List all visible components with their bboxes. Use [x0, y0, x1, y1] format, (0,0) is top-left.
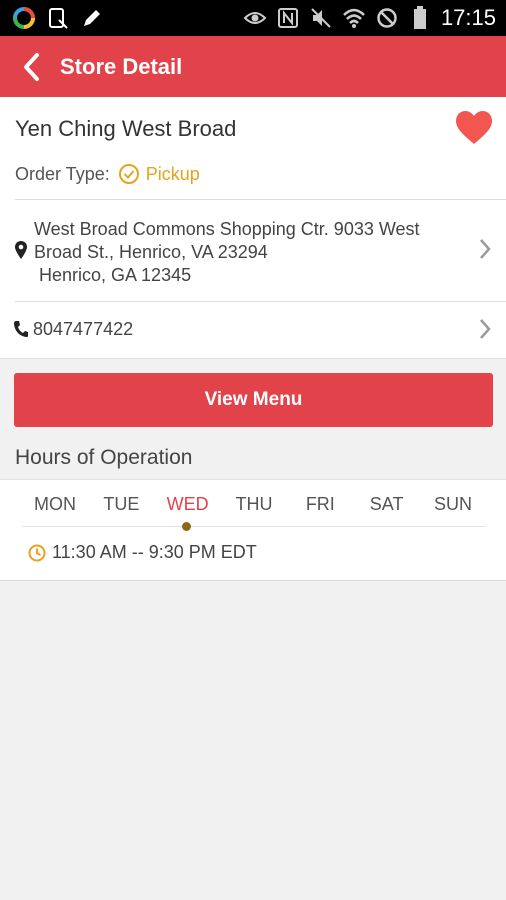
- hours-time-range: 11:30 AM -- 9:30 PM EDT: [52, 542, 257, 562]
- tab-underline: [22, 526, 486, 527]
- chevron-right-icon: [480, 319, 491, 339]
- store-info-card: Yen Ching West Broad Order Type: Pickup …: [0, 97, 506, 359]
- address-text: West Broad Commons Shopping Ctr. 9033 We…: [34, 218, 420, 287]
- store-name: Yen Ching West Broad: [15, 116, 237, 141]
- hours-time: 11:30 AM -- 9:30 PM EDT: [28, 542, 257, 563]
- tab-mon[interactable]: MON: [22, 494, 88, 518]
- pencil-icon: [80, 6, 104, 30]
- phone-icon: [14, 321, 28, 337]
- selected-day-indicator: [182, 522, 191, 531]
- mute-icon: [309, 6, 333, 30]
- status-bar: 17:15: [0, 0, 506, 36]
- day-tabs: MON TUE WED THU FRI SAT SUN: [22, 494, 486, 518]
- tab-thu[interactable]: THU: [221, 494, 287, 518]
- wifi-icon: [342, 6, 366, 30]
- hours-card: MON TUE WED THU FRI SAT SUN 11:30 AM -- …: [0, 479, 506, 581]
- order-type-pickup: Pickup: [118, 163, 200, 185]
- address-line-3: Henrico, GA 12345: [39, 265, 192, 285]
- hours-title: Hours of Operation: [15, 446, 193, 469]
- view-menu-button[interactable]: View Menu: [14, 373, 493, 427]
- address-row[interactable]: West Broad Commons Shopping Ctr. 9033 We…: [0, 200, 506, 300]
- eye-icon: [243, 6, 267, 30]
- no-disturb-icon: [375, 6, 399, 30]
- chevron-right-icon: [480, 239, 491, 259]
- app-icon: [12, 6, 36, 30]
- clock-icon: [28, 544, 46, 561]
- tab-sun[interactable]: SUN: [420, 494, 486, 518]
- phone-row[interactable]: 8047477422: [0, 302, 506, 357]
- tablet-icon: [46, 6, 70, 30]
- order-type-label: Order Type:: [15, 163, 110, 184]
- chevron-left-icon: [24, 53, 39, 81]
- tab-fri[interactable]: FRI: [287, 494, 353, 518]
- phone-number: 8047477422: [33, 319, 134, 339]
- battery-icon: [408, 6, 432, 30]
- check-circle-icon: [118, 164, 139, 184]
- tab-wed[interactable]: WED: [155, 494, 221, 518]
- back-button[interactable]: [14, 50, 48, 84]
- page-title: Store Detail: [60, 54, 183, 79]
- address-line-2: Broad St., Henrico, VA 23294: [34, 242, 268, 262]
- order-type: Order Type: Pickup: [15, 163, 200, 185]
- app-bar: Store Detail: [0, 36, 506, 97]
- address-line-1: West Broad Commons Shopping Ctr. 9033 We…: [34, 219, 420, 239]
- nfc-icon: [276, 6, 300, 30]
- clock-time: 17:15: [440, 5, 496, 30]
- favorite-heart-icon[interactable]: [454, 110, 494, 146]
- order-type-value: Pickup: [145, 163, 200, 184]
- location-pin-icon: [15, 241, 27, 259]
- tab-tue[interactable]: TUE: [88, 494, 154, 518]
- tab-sat[interactable]: SAT: [354, 494, 420, 518]
